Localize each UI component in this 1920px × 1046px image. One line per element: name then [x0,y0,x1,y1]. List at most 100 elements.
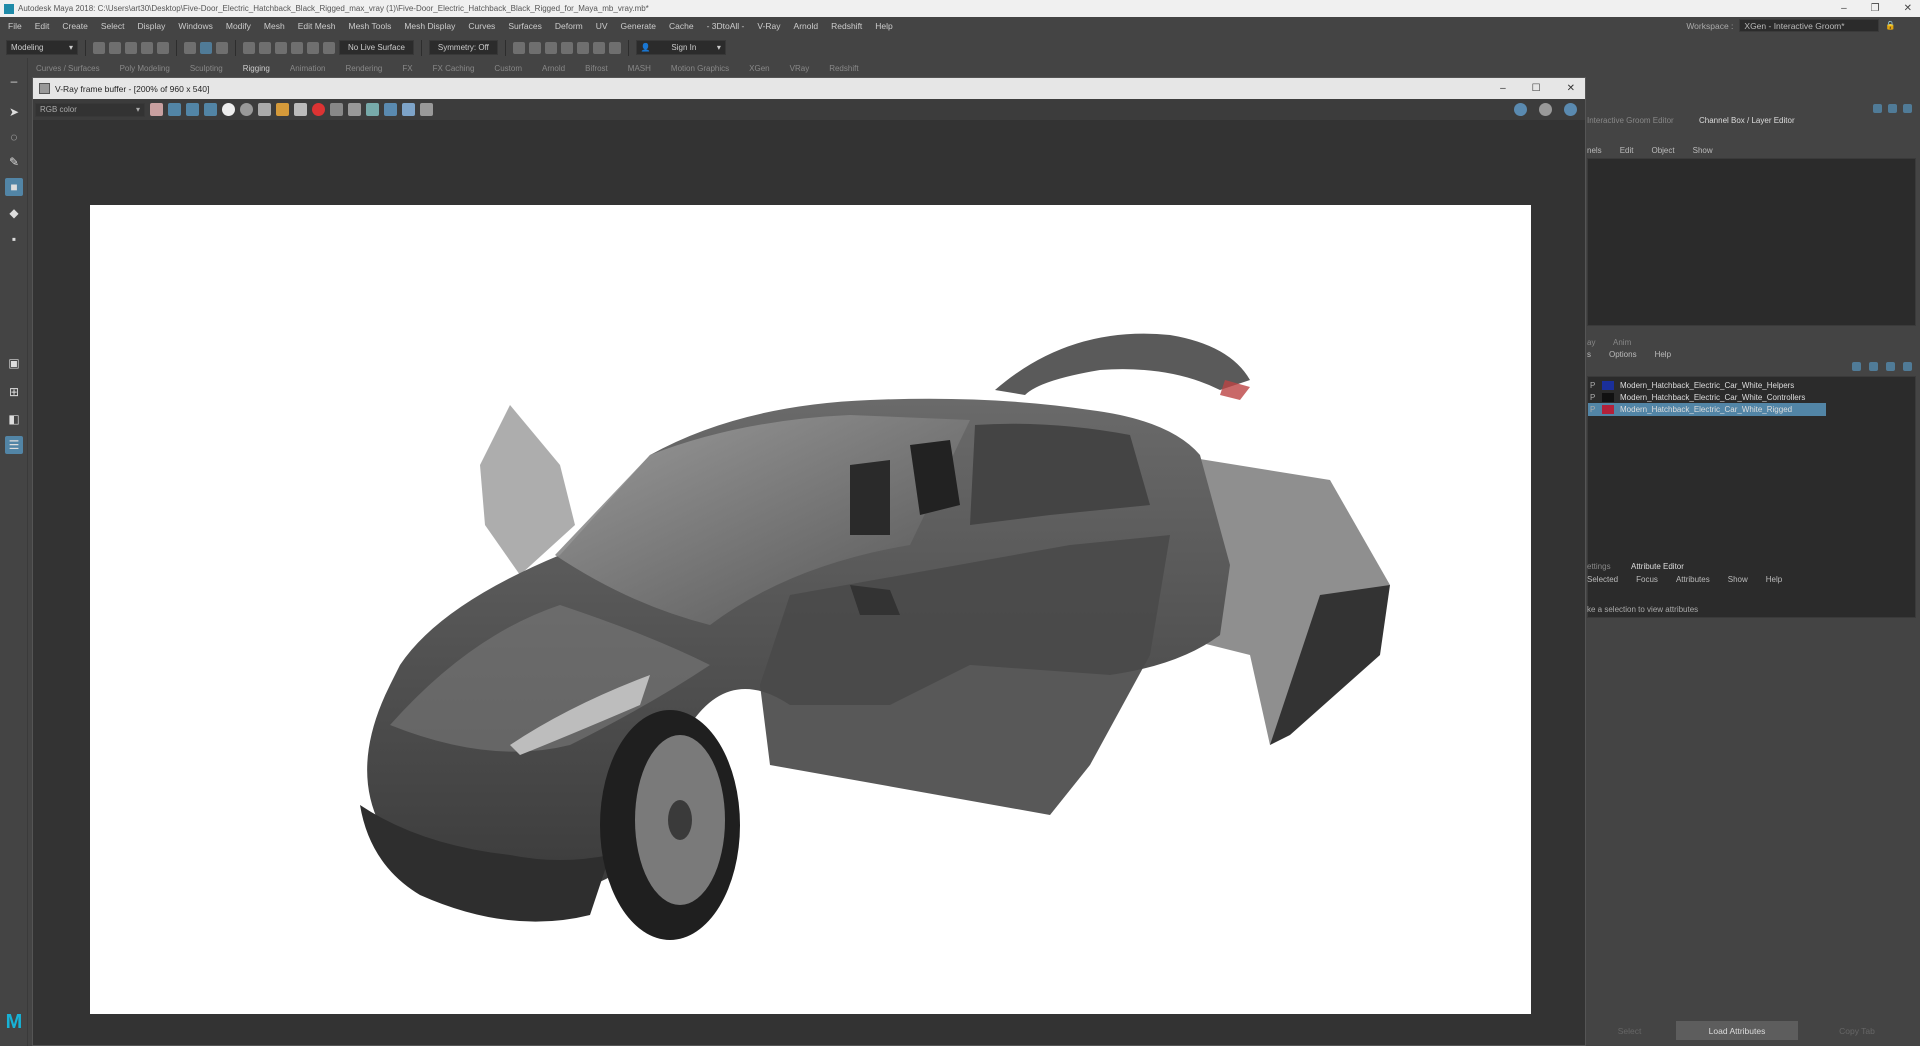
shelf-tab-sculpting[interactable]: Sculpting [180,64,233,73]
select-object-icon[interactable] [200,41,212,54]
load-attributes-button[interactable]: Load Attributes [1676,1021,1798,1040]
scale-tool-icon[interactable]: ▪ [5,230,23,248]
lens-effects-icon[interactable] [420,103,433,116]
shelf-tab-curves-surfaces[interactable]: Curves / Surfaces [26,64,110,73]
four-view-icon[interactable]: ⊞ [5,383,23,401]
blue-channel-icon[interactable] [204,103,217,116]
attribute-icon[interactable] [1888,104,1897,113]
menu-select[interactable]: Select [101,21,125,31]
undo-icon[interactable] [141,41,153,54]
render-settings-icon[interactable] [544,41,557,54]
move-layer-up-icon[interactable] [1852,362,1861,371]
snap-surface-icon[interactable] [307,41,319,54]
stop-render-icon[interactable] [312,103,325,116]
color-correction-icon[interactable] [150,103,163,116]
shelf-tab-mash[interactable]: MASH [618,64,661,73]
menu-edit-mesh[interactable]: Edit Mesh [298,21,336,31]
snap-curve-icon[interactable] [259,41,271,54]
layer-visibility-toggle[interactable]: P [1588,393,1602,402]
tab-channel-box[interactable]: Channel Box / Layer Editor [1699,116,1795,125]
shelf-tab-fx-caching[interactable]: FX Caching [423,64,485,73]
menu-arnold[interactable]: Arnold [794,21,819,31]
hypershade-icon[interactable] [560,41,573,54]
channel-dropdown[interactable]: RGB color ▾ [35,102,145,117]
menu-display[interactable]: Display [138,21,166,31]
menu-windows[interactable]: Windows [178,21,212,31]
render-history-icon[interactable] [384,103,397,116]
tab-anim-layers[interactable]: Anim [1613,338,1631,347]
sign-in-button[interactable]: 👤 Sign In ▾ [635,40,726,55]
symmetry-dropdown[interactable]: Symmetry: Off [428,40,498,55]
link-icon[interactable] [366,103,379,116]
shelf-tab-poly-modeling[interactable]: Poly Modeling [110,64,180,73]
menu-help[interactable]: Help [875,21,892,31]
select-tool-icon[interactable]: ➤ [5,103,23,121]
new-layer-selected-icon[interactable] [1903,362,1912,371]
menu-generate[interactable]: Generate [621,21,656,31]
menu-mesh[interactable]: Mesh [264,21,285,31]
interactive-render-icon[interactable] [1564,103,1577,116]
workspace-selector[interactable]: Workspace : XGen - Interactive Groom* 🔒 [1686,19,1896,32]
close-icon[interactable]: ✕ [1904,3,1912,14]
menu-redshift[interactable]: Redshift [831,21,862,31]
save-scene-icon[interactable] [125,41,137,54]
snap-grid-icon[interactable] [243,41,255,54]
lock-icon[interactable]: 🔒 [1885,20,1896,31]
tool-settings-icon[interactable] [1903,104,1912,113]
move-layer-down-icon[interactable] [1869,362,1878,371]
mono-icon[interactable] [240,103,253,116]
shelf-tab-motion-graphics[interactable]: Motion Graphics [661,64,739,73]
green-channel-icon[interactable] [186,103,199,116]
menu-edit[interactable]: Edit [35,21,50,31]
new-layer-icon[interactable] [1886,362,1895,371]
save-image-icon[interactable] [258,103,271,116]
redo-icon[interactable] [157,41,169,54]
render-icon[interactable] [512,41,525,54]
select-component-icon[interactable] [216,41,228,54]
shelf-tab-rigging[interactable]: Rigging [233,64,280,73]
menu-curves[interactable]: Curves [468,21,495,31]
live-surface-field[interactable]: No Live Surface [339,40,414,55]
compare-icon[interactable] [402,103,415,116]
layer-visibility-toggle[interactable]: P [1588,405,1602,414]
two-view-icon[interactable]: ◧ [5,410,23,428]
load-image-icon[interactable] [276,103,289,116]
pause-icon[interactable] [608,41,621,54]
tab-attribute-editor[interactable]: Attribute Editor [1631,562,1684,571]
maximize-icon[interactable]: ❐ [1871,3,1880,14]
playblast-icon[interactable] [592,41,605,54]
tab-display-layers[interactable]: ay [1587,338,1595,347]
vray-close-icon[interactable]: ✕ [1567,83,1575,94]
clear-image-icon[interactable] [294,103,307,116]
menu-3dtoall[interactable]: - 3DtoAll - [707,21,745,31]
layer-row[interactable]: P Modern_Hatchback_Electric_Car_White_Rig… [1588,403,1826,416]
rotate-tool-icon[interactable]: ◆ [5,204,23,222]
paint-select-tool-icon[interactable]: ✎ [5,153,23,171]
snap-live-icon[interactable] [323,41,335,54]
select-button[interactable]: Select [1587,1021,1672,1040]
move-tool-icon[interactable]: ■ [5,178,23,196]
menu-uv[interactable]: UV [596,21,608,31]
render-view-icon[interactable] [576,41,589,54]
menu-set-dropdown[interactable]: Modeling ▾ [6,40,78,55]
render-icon[interactable] [1514,103,1527,116]
vray-minimize-icon[interactable]: – [1500,83,1506,94]
channel-box-icon[interactable] [1873,104,1882,113]
ipr-render-icon[interactable] [528,41,541,54]
shelf-tab-animation[interactable]: Animation [280,64,336,73]
shelf-tab-redshift[interactable]: Redshift [819,64,868,73]
track-mouse-icon[interactable] [348,103,361,116]
snap-view-icon[interactable] [291,41,303,54]
shelf-tab-xgen[interactable]: XGen [739,64,779,73]
open-scene-icon[interactable] [109,41,121,54]
vray-maximize-icon[interactable]: ☐ [1532,83,1541,94]
menu-file[interactable]: File [8,21,22,31]
copy-tab-button[interactable]: Copy Tab [1802,1021,1912,1040]
shelf-tab-bifrost[interactable]: Bifrost [575,64,618,73]
snap-point-icon[interactable] [275,41,287,54]
single-view-icon[interactable]: ▣ [5,354,23,372]
select-hierarchy-icon[interactable] [184,41,196,54]
new-scene-icon[interactable] [93,41,105,54]
alpha-channel-icon[interactable] [222,103,235,116]
outliner-layout-icon[interactable]: ☰ [5,436,23,454]
